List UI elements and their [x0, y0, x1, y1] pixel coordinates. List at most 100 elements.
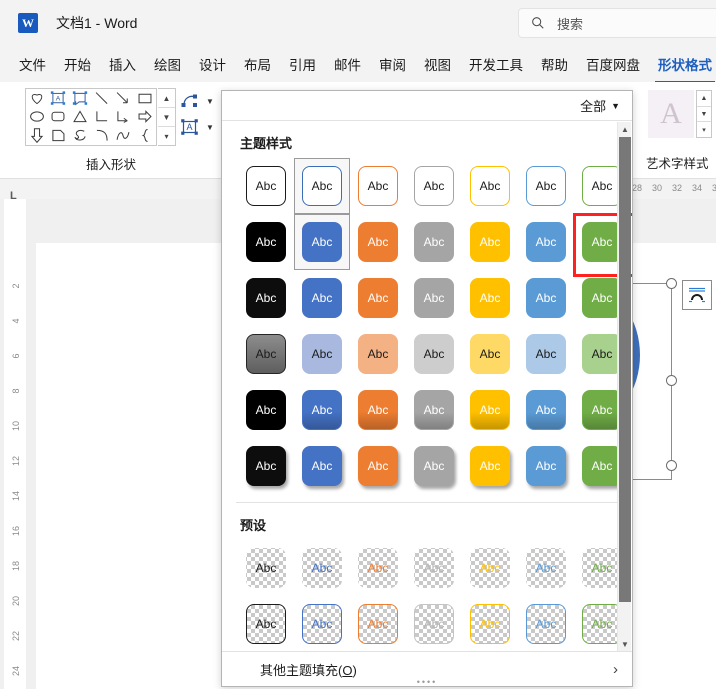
style-swatch-gradient-fill-3[interactable]: Abc [406, 382, 462, 438]
more-theme-fills-row[interactable]: 其他主题填充(O) › •••• [222, 651, 632, 686]
shape-item-scribble-shape[interactable] [70, 127, 90, 145]
style-swatch-outline-only-3[interactable]: Abc [406, 158, 462, 214]
style-swatch-preset-no-outline-5[interactable]: Abc [518, 540, 574, 596]
shape-item-elbow-arrow-connector-shape[interactable] [113, 108, 133, 126]
ribbon-tab-4[interactable]: 设计 [190, 51, 235, 77]
filter-all-button[interactable]: 全部 ▼ [580, 96, 620, 115]
style-swatch-preset-no-outline-3[interactable]: Abc [406, 540, 462, 596]
shape-item-down-arrow-shape[interactable] [27, 127, 47, 145]
style-swatch-solid-fill-2[interactable]: Abc [350, 214, 406, 270]
style-swatch-shadow-fill-0[interactable]: Abc [238, 438, 294, 494]
shape-item-callout-shape[interactable] [70, 89, 90, 107]
chevron-right-icon[interactable]: › [613, 661, 618, 678]
style-swatch-shadow-fill-1[interactable]: Abc [294, 438, 350, 494]
style-swatch-outline-only-0[interactable]: Abc [238, 158, 294, 214]
shape-item-triangle-shape[interactable] [70, 108, 90, 126]
scroll-up-icon[interactable]: ▲ [158, 89, 175, 108]
more-shapes-icon[interactable]: ▾ [158, 127, 175, 145]
style-swatch-preset-no-outline-0[interactable]: Abc [238, 540, 294, 596]
style-swatch-preset-outline-4[interactable]: Abc [462, 596, 518, 651]
wordart-style-preview[interactable]: A [648, 90, 694, 138]
ribbon-tab-2[interactable]: 插入 [100, 51, 145, 77]
scroll-down-icon[interactable]: ▼ [158, 108, 175, 127]
style-swatch-light-fill-5[interactable]: Abc [518, 326, 574, 382]
draw-text-box-button[interactable]: A ▼ [180, 114, 226, 140]
shape-item-curve-shape[interactable] [113, 127, 133, 145]
vertical-ruler[interactable]: 2468101214161820222426 [4, 199, 26, 689]
dropdown-resize-grip[interactable]: •••• [222, 677, 632, 687]
style-swatch-preset-outline-2[interactable]: Abc [350, 596, 406, 651]
tab-stop-marker[interactable]: L [10, 190, 17, 202]
style-swatch-light-fill-4[interactable]: Abc [462, 326, 518, 382]
chevron-down-icon[interactable]: ▼ [206, 97, 214, 106]
shape-item-elbow-connector-shape[interactable] [92, 108, 112, 126]
ribbon-tab-9[interactable]: 视图 [415, 51, 460, 77]
more-wordart-icon[interactable]: ▾ [697, 122, 711, 137]
ribbon-tab-13[interactable]: 形状格式 [649, 51, 716, 77]
shape-item-pentagon-shape[interactable] [48, 127, 68, 145]
resize-handle-bottom[interactable] [666, 460, 677, 471]
style-swatch-light-fill-3[interactable]: Abc [406, 326, 462, 382]
style-swatch-solid-fill-dark-0[interactable]: Abc [238, 270, 294, 326]
shape-item-block-arrow-shape[interactable] [135, 108, 155, 126]
ribbon-tab-6[interactable]: 引用 [280, 51, 325, 77]
scroll-up-arrow-icon[interactable]: ▲ [618, 122, 632, 136]
style-swatch-preset-outline-1[interactable]: Abc [294, 596, 350, 651]
style-swatch-outline-only-4[interactable]: Abc [462, 158, 518, 214]
scroll-down-icon[interactable]: ▼ [697, 107, 711, 123]
ribbon-tab-5[interactable]: 布局 [235, 51, 280, 77]
style-swatch-outline-only-1[interactable]: Abc [294, 158, 350, 214]
edit-shape-button[interactable]: ▼ [180, 88, 226, 114]
style-swatch-preset-outline-0[interactable]: Abc [238, 596, 294, 651]
style-swatch-solid-fill-4[interactable]: Abc [462, 214, 518, 270]
style-swatch-solid-fill-dark-4[interactable]: Abc [462, 270, 518, 326]
style-swatch-light-fill-1[interactable]: Abc [294, 326, 350, 382]
style-swatch-gradient-fill-1[interactable]: Abc [294, 382, 350, 438]
style-swatch-solid-fill-0[interactable]: Abc [238, 214, 294, 270]
ribbon-tab-11[interactable]: 帮助 [532, 51, 577, 77]
style-swatch-preset-no-outline-1[interactable]: Abc [294, 540, 350, 596]
shape-item-arrow-line-shape[interactable] [113, 89, 133, 107]
resize-handle-middle[interactable] [666, 375, 677, 386]
shape-item-rectangle-shape[interactable] [135, 89, 155, 107]
ribbon-tab-0[interactable]: 文件 [10, 51, 55, 77]
style-swatch-outline-only-5[interactable]: Abc [518, 158, 574, 214]
style-swatch-solid-fill-1[interactable]: Abc [294, 214, 350, 270]
style-swatch-solid-fill-dark-2[interactable]: Abc [350, 270, 406, 326]
dropdown-scrollbar[interactable]: ▲ ▼ [617, 122, 631, 651]
shape-item-brace-shape[interactable] [135, 127, 155, 145]
shape-item-line-shape[interactable] [92, 89, 112, 107]
ribbon-tab-8[interactable]: 审阅 [370, 51, 415, 77]
style-swatch-preset-outline-5[interactable]: Abc [518, 596, 574, 651]
ribbon-tab-1[interactable]: 开始 [55, 51, 100, 77]
style-swatch-outline-only-2[interactable]: Abc [350, 158, 406, 214]
shape-item-oval-shape[interactable] [27, 108, 47, 126]
ribbon-tab-3[interactable]: 绘图 [145, 51, 190, 77]
layout-options-button[interactable] [682, 280, 712, 310]
ribbon-tab-7[interactable]: 邮件 [325, 51, 370, 77]
resize-handle-top[interactable] [666, 278, 677, 289]
style-swatch-preset-no-outline-4[interactable]: Abc [462, 540, 518, 596]
ribbon-tab-10[interactable]: 开发工具 [460, 51, 532, 77]
scroll-up-icon[interactable]: ▲ [697, 91, 711, 107]
style-swatch-shadow-fill-5[interactable]: Abc [518, 438, 574, 494]
style-swatch-shadow-fill-4[interactable]: Abc [462, 438, 518, 494]
style-swatch-gradient-fill-0[interactable]: Abc [238, 382, 294, 438]
chevron-down-icon[interactable]: ▼ [611, 101, 620, 111]
scrollbar-thumb[interactable] [619, 137, 631, 602]
style-swatch-light-fill-0[interactable]: Abc [238, 326, 294, 382]
style-swatch-shadow-fill-2[interactable]: Abc [350, 438, 406, 494]
shapes-gallery[interactable]: A [25, 88, 157, 146]
style-swatch-gradient-fill-4[interactable]: Abc [462, 382, 518, 438]
style-swatch-shadow-fill-3[interactable]: Abc [406, 438, 462, 494]
shape-item-heart-shape[interactable] [27, 89, 47, 107]
shape-item-rounded-rectangle-shape[interactable] [48, 108, 68, 126]
style-swatch-solid-fill-5[interactable]: Abc [518, 214, 574, 270]
shape-item-text-box-shape[interactable]: A [48, 89, 68, 107]
style-swatch-solid-fill-3[interactable]: Abc [406, 214, 462, 270]
style-swatch-gradient-fill-5[interactable]: Abc [518, 382, 574, 438]
chevron-down-icon[interactable]: ▼ [206, 123, 214, 132]
style-swatch-solid-fill-dark-3[interactable]: Abc [406, 270, 462, 326]
search-input[interactable]: 搜索 [518, 8, 716, 38]
style-swatch-preset-no-outline-2[interactable]: Abc [350, 540, 406, 596]
